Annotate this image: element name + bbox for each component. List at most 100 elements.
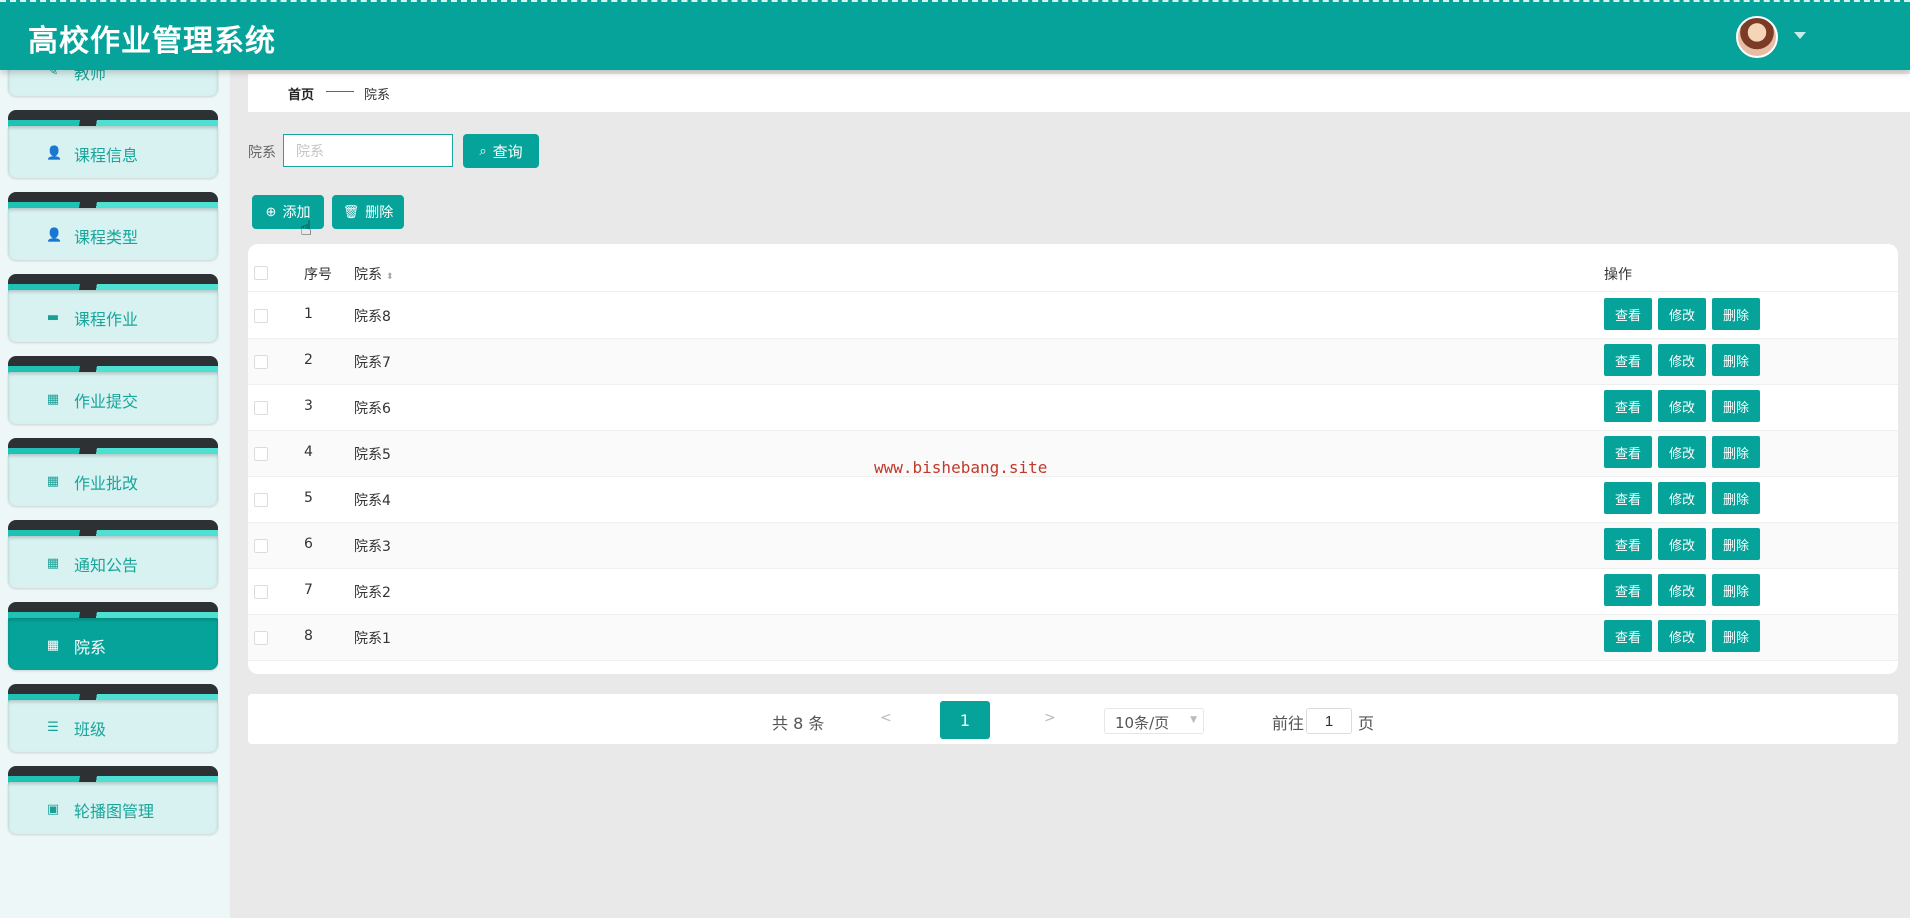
delete-button[interactable]: 删除	[1712, 620, 1760, 652]
data-table: 序号 院系 ⬍ 操作 1 院系8 查看 修改 删除 2 院系7 查看 修改 删除 3 院系6 查看 修改 删除…	[248, 244, 1898, 674]
sidebar-item[interactable]: ☰ 班级	[8, 684, 218, 754]
table-row: 2 院系7 查看 修改 删除	[248, 339, 1898, 385]
row-name: 院系1	[354, 631, 391, 647]
view-button[interactable]: 查看	[1604, 390, 1652, 422]
delete-button[interactable]: 删除	[1712, 482, 1760, 514]
row-name: 院系8	[354, 309, 391, 325]
header-index: 序号	[304, 267, 332, 283]
sidebar-item-label: 通知公告	[74, 556, 139, 575]
view-button[interactable]: 查看	[1604, 620, 1652, 652]
edit-button[interactable]: 修改	[1658, 390, 1706, 422]
row-index: 2	[304, 352, 313, 368]
sidebar: ✎ 教师 👤 课程信息 👤 课程类型 ▬ 课程作业 ▦ 作业提交 ▦ 作业批改 ▦ 通知公告 ▦ 院系 ☰ 班级 ▣…	[0, 70, 230, 918]
sidebar-item-label: 轮播图管理	[74, 802, 155, 821]
row-name: 院系4	[354, 493, 391, 509]
sidebar-item-label: 作业批改	[74, 474, 139, 493]
user-icon: 👤	[46, 146, 63, 161]
row-checkbox[interactable]	[254, 493, 268, 507]
view-button[interactable]: 查看	[1604, 528, 1652, 560]
prev-page-button[interactable]: <	[880, 710, 892, 726]
search-icon: ⌕	[479, 143, 487, 158]
view-button[interactable]: 查看	[1604, 436, 1652, 468]
delete-button[interactable]: 删除	[1712, 298, 1760, 330]
breadcrumb-current: 院系	[364, 88, 391, 103]
edit-button[interactable]: 修改	[1658, 298, 1706, 330]
edit-button[interactable]: 修改	[1658, 528, 1706, 560]
row-checkbox[interactable]	[254, 401, 268, 415]
sidebar-item[interactable]: ▦ 通知公告	[8, 520, 218, 590]
sidebar-item[interactable]: ▦ 院系	[8, 602, 218, 672]
edit-button[interactable]: 修改	[1658, 620, 1706, 652]
row-checkbox[interactable]	[254, 631, 268, 645]
current-page-button[interactable]: 1	[940, 701, 990, 739]
app-title: 高校作业管理系统	[28, 24, 276, 59]
row-name: 院系7	[354, 355, 391, 371]
delete-button[interactable]: 删除	[1712, 574, 1760, 606]
batch-delete-button[interactable]: 🗑 删除	[332, 195, 404, 229]
sidebar-item-label: 课程作业	[74, 310, 139, 329]
next-page-button[interactable]: >	[1044, 710, 1056, 726]
edit-button[interactable]: 修改	[1658, 344, 1706, 376]
row-checkbox[interactable]	[254, 539, 268, 553]
list-icon: ☰	[47, 720, 59, 735]
row-checkbox[interactable]	[254, 309, 268, 323]
row-checkbox[interactable]	[254, 355, 268, 369]
sidebar-item-label: 班级	[74, 720, 107, 739]
hand-cursor-icon: ☝	[300, 216, 313, 240]
sidebar-item[interactable]: 👤 课程类型	[8, 192, 218, 262]
sidebar-item[interactable]: ▣ 轮播图管理	[8, 766, 218, 836]
select-all-checkbox[interactable]	[254, 266, 268, 280]
delete-button[interactable]: 删除	[1712, 528, 1760, 560]
page-size-select[interactable]: 10条/页 ▼	[1104, 708, 1204, 734]
delete-button[interactable]: 删除	[1712, 344, 1760, 376]
delete-button[interactable]: 删除	[1712, 390, 1760, 422]
pagination-total: 共 8 条	[772, 714, 825, 733]
sidebar-item[interactable]: ▦ 作业批改	[8, 438, 218, 508]
grid-icon: ▦	[46, 638, 60, 653]
row-name: 院系3	[354, 539, 391, 555]
goto-label: 前往	[1272, 714, 1305, 733]
row-name: 院系6	[354, 401, 391, 417]
top-header: 高校作业管理系统	[0, 0, 1910, 70]
sidebar-item[interactable]: ▦ 作业提交	[8, 356, 218, 426]
menu-card	[8, 618, 218, 670]
breadcrumb-home[interactable]: 首页	[288, 84, 314, 103]
search-button[interactable]: ⌕ 查询	[463, 134, 539, 168]
header-name-label: 院系	[354, 267, 382, 283]
sidebar-item[interactable]: 👤 课程信息	[8, 110, 218, 180]
menu-card	[8, 70, 218, 96]
sidebar-item-label: 院系	[74, 638, 107, 657]
view-button[interactable]: 查看	[1604, 298, 1652, 330]
row-name: 院系5	[354, 447, 391, 463]
row-name: 院系2	[354, 585, 391, 601]
add-button[interactable]: ⊕ 添加	[252, 195, 324, 229]
row-index: 8	[304, 628, 313, 644]
view-button[interactable]: 查看	[1604, 482, 1652, 514]
search-input[interactable]	[283, 134, 453, 167]
row-checkbox[interactable]	[254, 585, 268, 599]
header-name[interactable]: 院系 ⬍	[354, 264, 394, 284]
view-button[interactable]: 查看	[1604, 344, 1652, 376]
table-row: 1 院系8 查看 修改 删除	[248, 293, 1898, 339]
goto-page-input[interactable]	[1306, 708, 1352, 734]
delete-button[interactable]: 删除	[1712, 436, 1760, 468]
sidebar-item-label: 作业提交	[74, 392, 139, 411]
user-avatar[interactable]	[1736, 16, 1778, 58]
sort-icon[interactable]: ⬍	[386, 272, 394, 282]
edit-button[interactable]: 修改	[1658, 482, 1706, 514]
caret-down-icon[interactable]	[1794, 32, 1806, 39]
row-index: 4	[304, 444, 313, 460]
row-index: 6	[304, 536, 313, 552]
user-icon: ✎	[47, 70, 59, 79]
sidebar-item[interactable]: ✎ 教师	[8, 70, 218, 98]
edit-button[interactable]: 修改	[1658, 574, 1706, 606]
sidebar-item[interactable]: ▬ 课程作业	[8, 274, 218, 344]
trash-icon: 🗑	[342, 204, 360, 219]
breadcrumb-separator	[326, 91, 354, 92]
edit-button[interactable]: 修改	[1658, 436, 1706, 468]
table-row: 8 院系1 查看 修改 删除	[248, 615, 1898, 661]
row-checkbox[interactable]	[254, 447, 268, 461]
sidebar-item-label: 教师	[74, 70, 107, 83]
view-button[interactable]: 查看	[1604, 574, 1652, 606]
clipboard-icon: ▣	[46, 802, 60, 817]
